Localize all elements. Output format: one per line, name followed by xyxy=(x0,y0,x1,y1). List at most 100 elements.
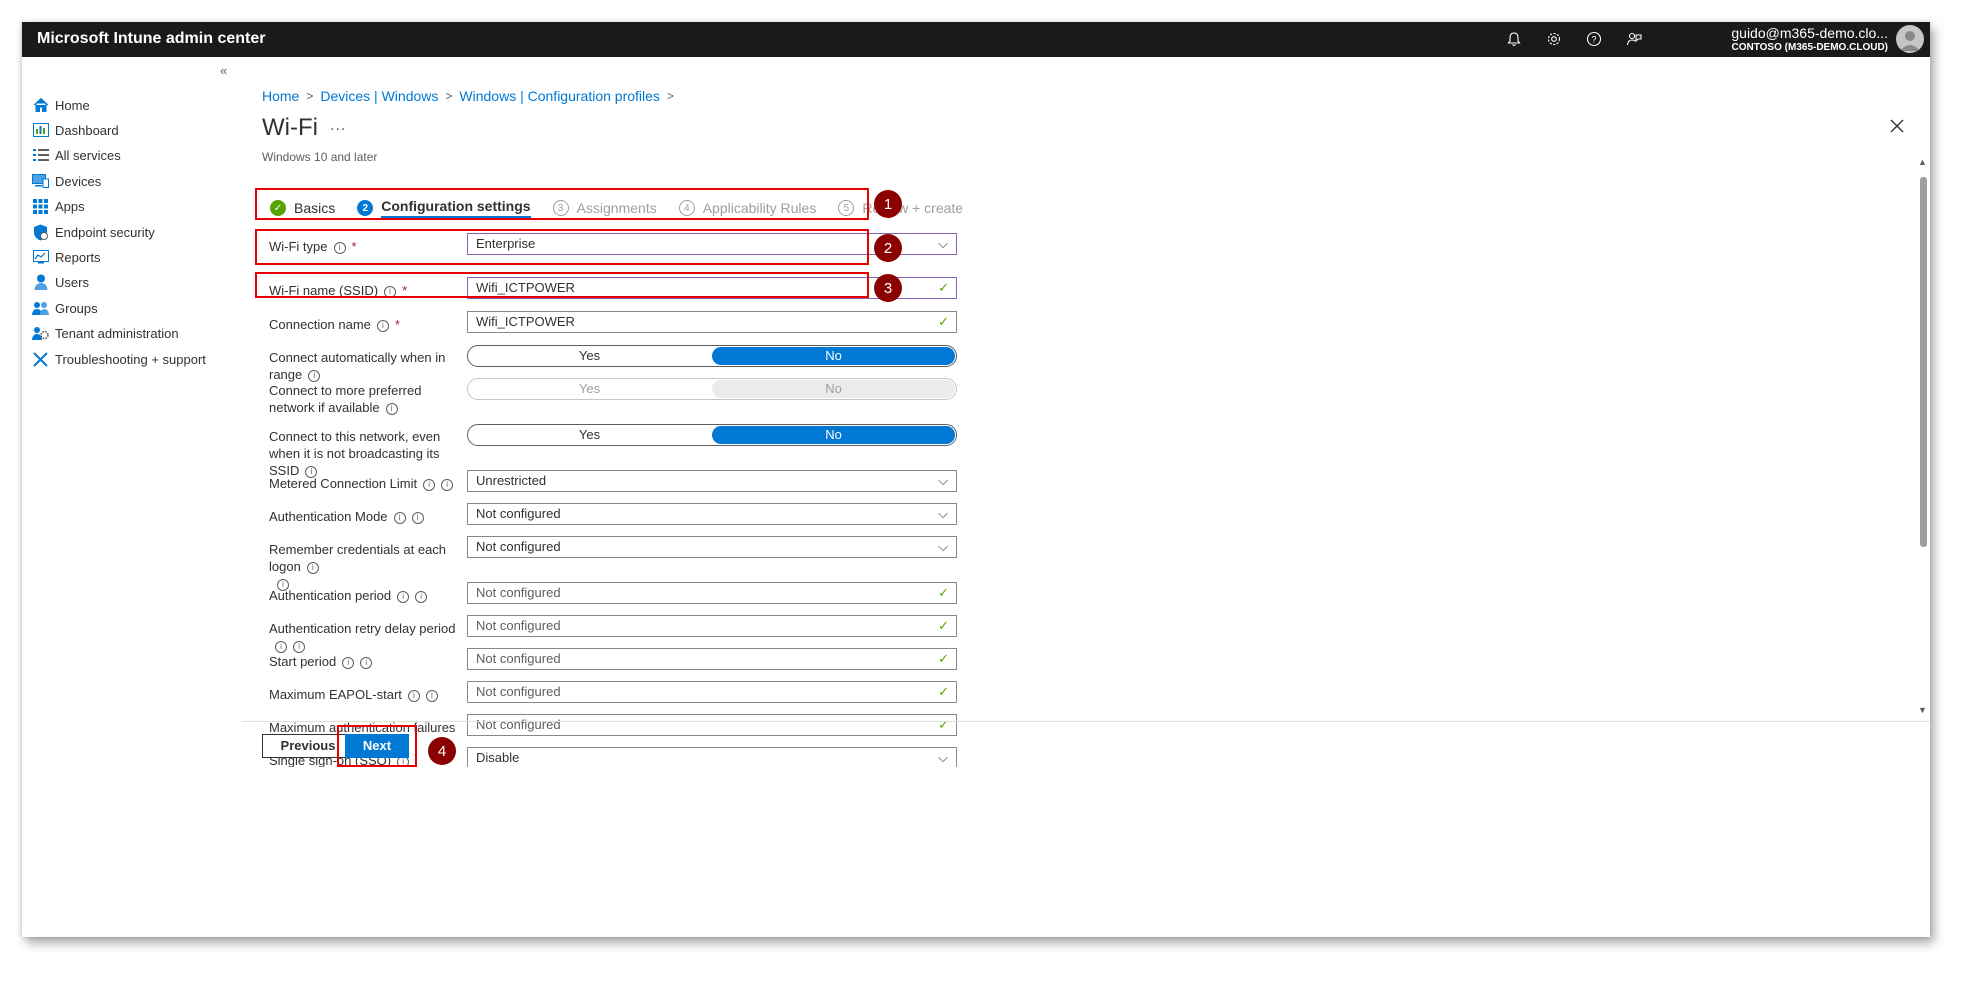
collapse-nav-button[interactable]: « xyxy=(220,63,227,78)
scroll-down-icon[interactable]: ▼ xyxy=(1918,705,1927,715)
auth-mode-dropdown[interactable]: Not configured ⌵ xyxy=(467,503,957,525)
info-icon[interactable]: i xyxy=(376,319,389,332)
checkmark-icon: ✓ xyxy=(938,618,949,633)
checkmark-icon: ✓ xyxy=(938,651,949,666)
info-icon[interactable]: i xyxy=(425,689,438,702)
breadcrumb-configuration-profiles[interactable]: Windows | Configuration profiles xyxy=(459,88,660,104)
main-content: Home > Devices | Windows > Windows | Con… xyxy=(242,57,1930,937)
info-icon[interactable]: i xyxy=(385,402,398,415)
checkmark-icon: ✓ xyxy=(938,684,949,699)
nav-item-devices[interactable]: Devices xyxy=(32,170,101,192)
chevron-right-icon: > xyxy=(445,89,453,103)
scrollbar-thumb[interactable] xyxy=(1920,177,1927,547)
toggle-yes[interactable]: Yes xyxy=(468,346,711,366)
info-icon[interactable]: i xyxy=(275,640,287,653)
nav-item-home[interactable]: Home xyxy=(32,94,90,116)
chevron-right-icon: > xyxy=(306,89,314,103)
more-options-button[interactable]: ... xyxy=(330,117,346,135)
info-icon[interactable]: i xyxy=(306,561,319,574)
connect-auto-toggle[interactable]: Yes No xyxy=(467,345,957,367)
checkmark-icon: ✓ xyxy=(938,585,949,600)
gear-icon[interactable] xyxy=(1544,29,1564,49)
nav-item-label: Reports xyxy=(55,249,101,265)
max-eapol-input[interactable]: Not configured ✓ xyxy=(467,681,957,703)
next-button[interactable]: Next xyxy=(345,734,409,758)
account-info[interactable]: guido@m365-demo.clo... CONTOSO (M365-DEM… xyxy=(1731,25,1888,53)
bell-icon[interactable] xyxy=(1504,29,1524,49)
nav-item-all-services[interactable]: All services xyxy=(32,144,121,166)
tenant-admin-icon xyxy=(32,325,49,342)
start-period-input[interactable]: Not configured ✓ xyxy=(467,648,957,670)
info-icon[interactable]: i xyxy=(441,478,454,491)
toggle-yes[interactable]: Yes xyxy=(468,425,711,445)
app-title[interactable]: Microsoft Intune admin center xyxy=(37,30,265,48)
info-icon[interactable]: i xyxy=(423,478,436,491)
annotation-badge-2: 2 xyxy=(874,234,902,262)
wrench-icon xyxy=(32,351,49,368)
page-title: Wi-Fi xyxy=(262,114,318,141)
avatar[interactable] xyxy=(1896,25,1924,53)
remember-creds-dropdown[interactable]: Not configured ⌵ xyxy=(467,536,957,558)
nav-item-reports[interactable]: Reports xyxy=(32,246,101,268)
groups-icon xyxy=(32,300,49,317)
help-icon[interactable]: ? xyxy=(1584,29,1604,49)
metered-dropdown[interactable]: Unrestricted ⌵ xyxy=(467,470,957,492)
nav-item-label: All services xyxy=(55,147,121,163)
info-icon[interactable]: i xyxy=(397,590,410,603)
chevron-down-icon: ⌵ xyxy=(938,750,948,765)
annotation-badge-3: 3 xyxy=(874,274,902,302)
all-services-icon xyxy=(32,147,49,164)
auth-retry-label: Authentication retry delay periodi i xyxy=(269,621,456,653)
info-icon[interactable]: i xyxy=(415,590,428,603)
settings-form: Wi-Fi type i * Enterprise ⌵ Wi-Fi name (SS… xyxy=(242,222,1892,767)
info-icon[interactable]: i xyxy=(407,689,420,702)
connect-preferred-toggle: Yes No xyxy=(467,378,957,400)
dashboard-icon xyxy=(32,122,49,139)
toggle-yes: Yes xyxy=(578,381,601,396)
start-period-label: Start period i i xyxy=(269,653,454,670)
footer-divider xyxy=(242,721,1930,722)
reports-icon xyxy=(32,249,49,266)
info-icon[interactable]: i xyxy=(393,511,406,524)
nav-item-apps[interactable]: Apps xyxy=(32,195,85,217)
annotation-badge-1: 1 xyxy=(874,190,902,218)
breadcrumb-devices-windows[interactable]: Devices | Windows xyxy=(320,88,438,104)
info-icon[interactable]: i xyxy=(411,511,424,524)
auth-period-input[interactable]: Not configured ✓ xyxy=(467,582,957,604)
top-bar: Microsoft Intune admin center ? guido@m3… xyxy=(22,22,1930,57)
svg-text:?: ? xyxy=(1591,35,1596,45)
nav-item-groups[interactable]: Groups xyxy=(32,297,98,319)
toggle-no[interactable]: No xyxy=(712,426,955,444)
nav-item-tenant-administration[interactable]: Tenant administration xyxy=(32,322,179,344)
scrollbar[interactable]: ▲ ▼ xyxy=(1916,157,1930,917)
nav-item-label: Apps xyxy=(55,198,85,214)
info-icon[interactable]: i xyxy=(293,640,305,653)
shield-icon xyxy=(32,224,49,241)
account-tenant: CONTOSO (M365-DEMO.CLOUD) xyxy=(1731,42,1889,53)
nav-item-endpoint-security[interactable]: Endpoint security xyxy=(32,221,155,243)
info-icon[interactable]: i xyxy=(308,369,321,382)
toggle-no[interactable]: No xyxy=(712,347,955,365)
max-auth-fail-input[interactable]: Not configured ✓ xyxy=(467,714,957,736)
app-window: Microsoft Intune admin center ? guido@m3… xyxy=(22,22,1930,937)
checkmark-icon: ✓ xyxy=(938,717,949,732)
info-icon[interactable]: i xyxy=(342,656,355,669)
auth-retry-input[interactable]: Not configured ✓ xyxy=(467,615,957,637)
account-email: guido@m365-demo.clo... xyxy=(1731,25,1888,41)
breadcrumb: Home > Devices | Windows > Windows | Con… xyxy=(262,88,674,104)
breadcrumb-home[interactable]: Home xyxy=(262,88,299,104)
scroll-up-icon[interactable]: ▲ xyxy=(1918,157,1927,167)
connect-hidden-toggle[interactable]: Yes No xyxy=(467,424,957,446)
chevron-down-icon: ⌵ xyxy=(938,506,948,521)
feedback-icon[interactable] xyxy=(1624,29,1644,49)
nav-item-users[interactable]: Users xyxy=(32,271,89,293)
connection-name-input[interactable]: Wifi_ICTPOWER ✓ xyxy=(467,311,957,333)
annotation-box-1 xyxy=(255,188,869,220)
sso-dropdown[interactable]: Disable ⌵ xyxy=(467,747,957,767)
devices-icon xyxy=(32,173,49,190)
chevron-down-icon: ⌵ xyxy=(938,236,948,251)
nav-item-dashboard[interactable]: Dashboard xyxy=(32,119,119,141)
info-icon[interactable]: i xyxy=(360,656,373,669)
close-icon[interactable] xyxy=(1890,112,1904,140)
nav-item-troubleshooting[interactable]: Troubleshooting + support xyxy=(32,348,206,370)
